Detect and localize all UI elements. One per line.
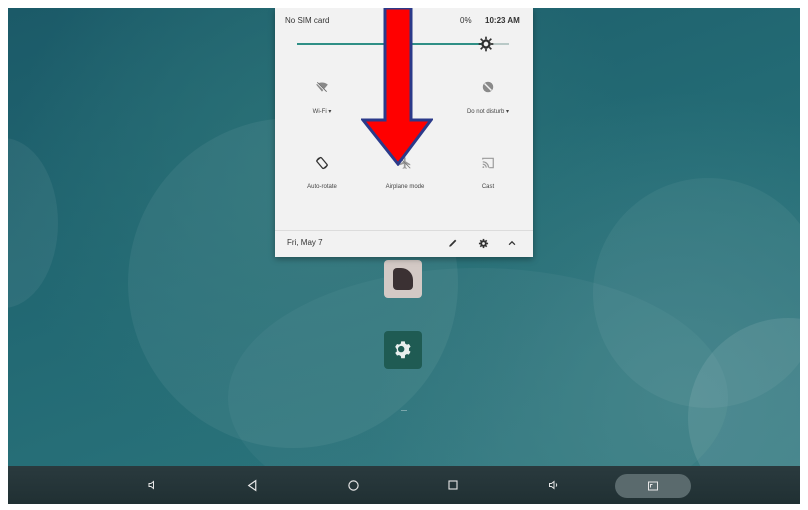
auto-rotate-icon — [316, 156, 328, 170]
gear-icon — [395, 341, 411, 359]
home-button[interactable] — [344, 476, 362, 494]
do-not-disturb-icon — [482, 81, 494, 93]
collapse-button[interactable] — [505, 236, 519, 250]
speaker-icon — [549, 480, 558, 490]
screenshot-icon — [648, 481, 658, 491]
recents-square-icon — [448, 480, 458, 490]
page-indicator — [401, 410, 407, 411]
tile-cast[interactable]: Cast — [453, 156, 523, 206]
date-label: Fri, May 7 — [287, 238, 323, 247]
speaker-icon — [148, 480, 154, 490]
chevron-up-icon — [508, 240, 516, 246]
tile-label: Cast — [481, 184, 495, 190]
wifi-off-icon — [316, 81, 328, 93]
volume-up-button[interactable] — [545, 476, 563, 494]
screenshot-button[interactable] — [615, 474, 691, 498]
edit-button[interactable] — [446, 236, 460, 250]
app-glyph — [393, 268, 413, 290]
volume-down-button[interactable] — [144, 476, 162, 494]
back-triangle-icon — [247, 478, 256, 492]
gear-icon — [478, 238, 488, 248]
wallpaper-bubble — [8, 138, 58, 308]
battery-status: 0% — [460, 16, 472, 25]
home-circle-icon — [347, 479, 359, 491]
recents-button[interactable] — [444, 476, 462, 494]
settings-button[interactable] — [476, 236, 490, 250]
navigation-bar — [8, 466, 800, 504]
tile-label: Do not disturb ▾ — [466, 109, 510, 115]
brightness-thumb[interactable] — [477, 35, 495, 53]
cast-icon — [482, 157, 494, 169]
tile-do-not-disturb[interactable]: Do not disturb ▾ — [453, 80, 523, 130]
clock: 10:23 AM — [485, 16, 520, 25]
panel-divider — [275, 230, 533, 231]
tile-label: Wi-Fi ▾ — [312, 109, 332, 115]
settings-app-icon[interactable] — [384, 331, 422, 369]
brightness-icon — [478, 36, 494, 52]
tile-label: Auto-rotate — [307, 184, 337, 190]
tile-auto-rotate[interactable]: Auto-rotate — [287, 156, 357, 206]
home-app-icon[interactable] — [384, 260, 422, 298]
carrier-status: No SIM card — [285, 16, 330, 25]
tile-wifi[interactable]: Wi-Fi ▾ — [287, 80, 357, 130]
tile-label: Airplane mode — [385, 184, 425, 190]
back-button[interactable] — [243, 476, 261, 494]
red-down-arrow-annotation — [361, 8, 433, 166]
pencil-icon — [449, 239, 457, 247]
android-home-screen: No SIM card 0% 10:23 AM Wi-Fi ▾ Do not d… — [8, 8, 800, 504]
